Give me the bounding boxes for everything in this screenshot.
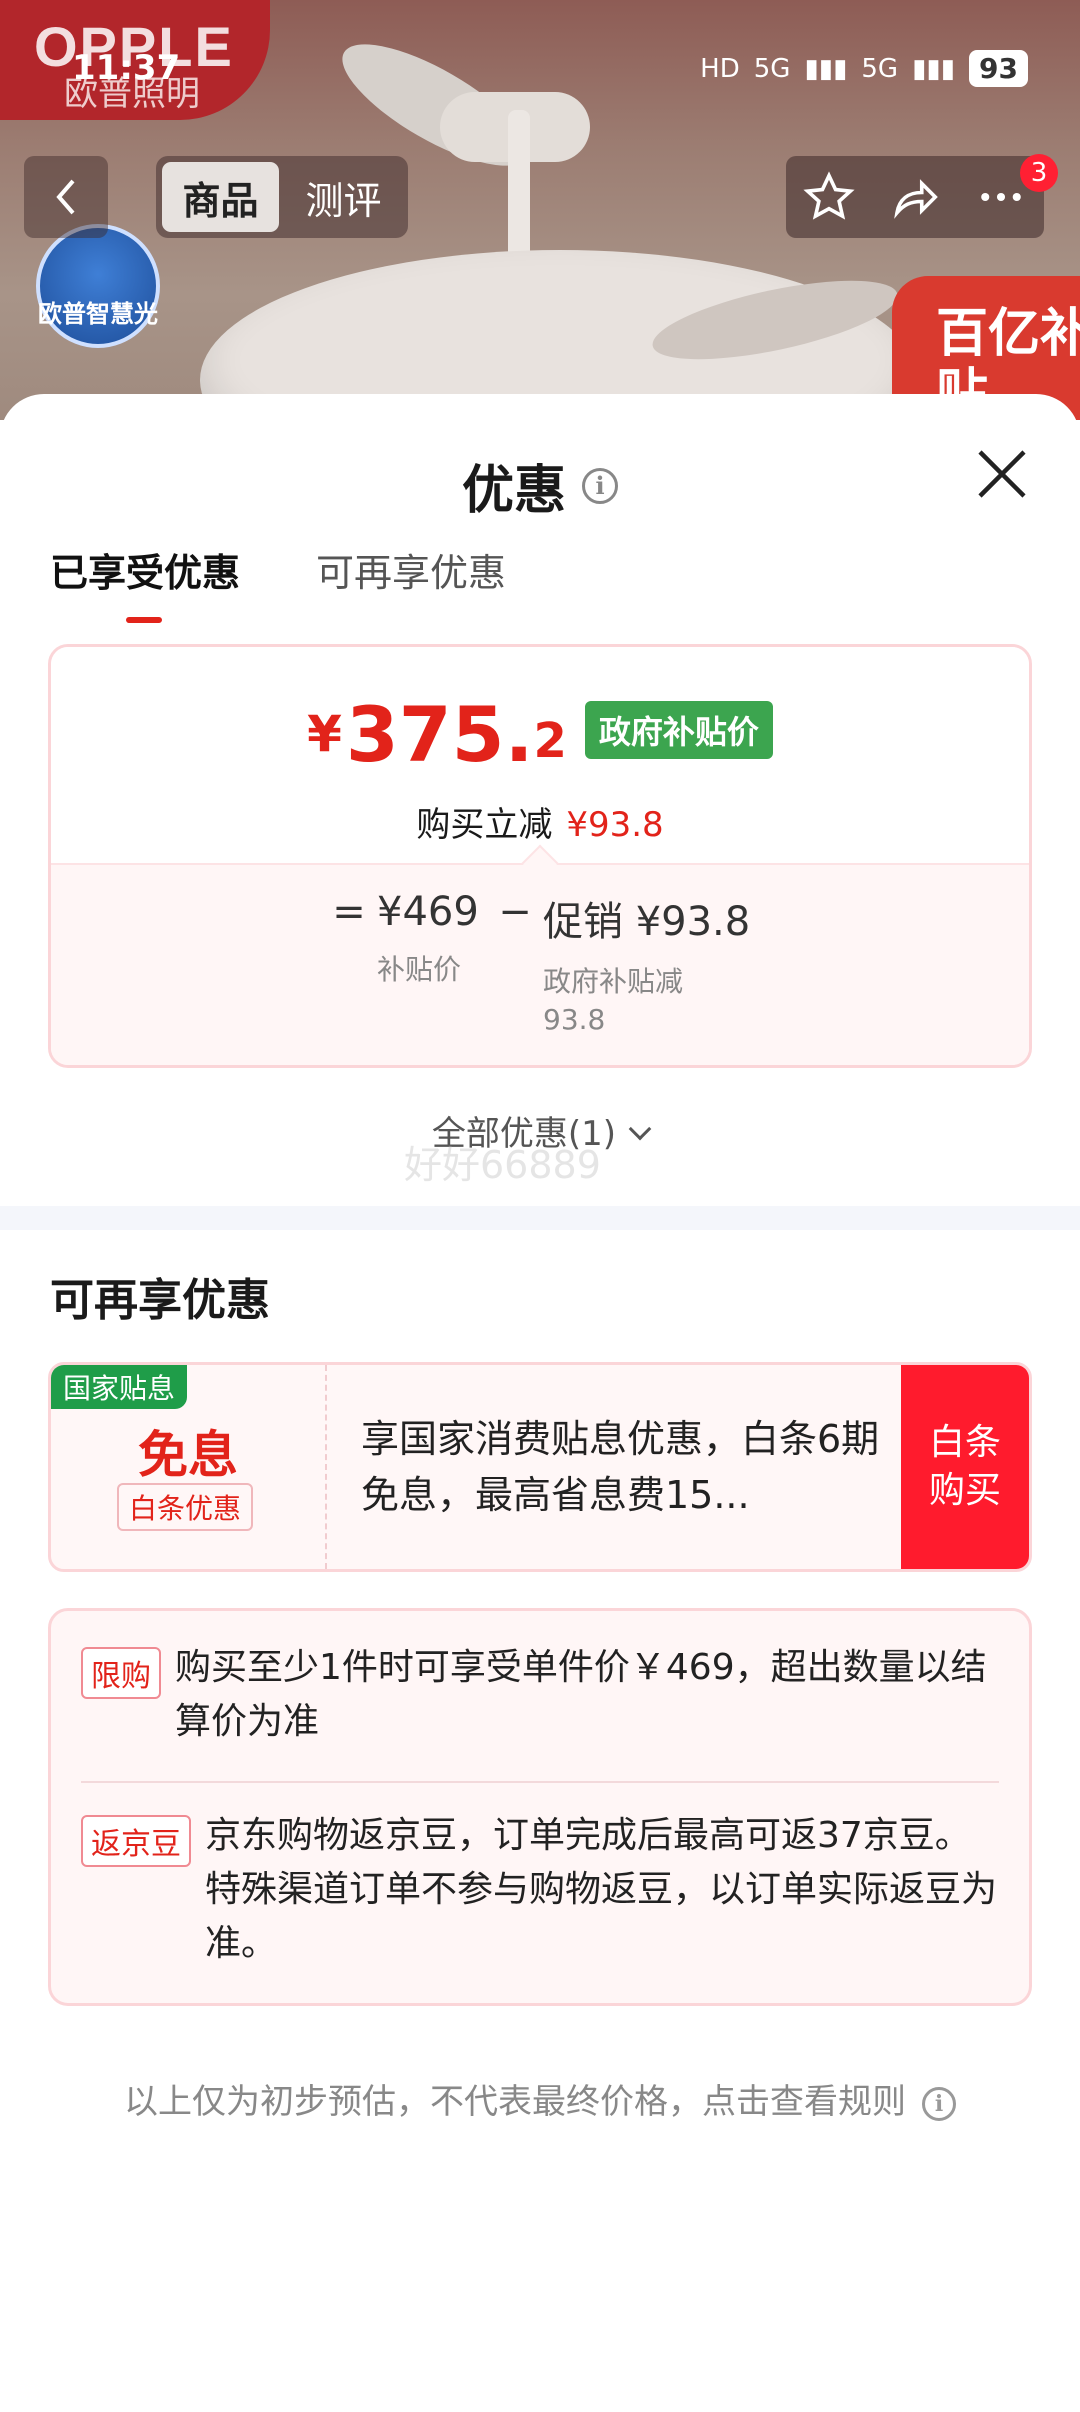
close-icon[interactable]	[972, 444, 1032, 504]
price-decimal: 2	[533, 713, 567, 769]
gov-subsidy-tag: 政府补贴价	[584, 701, 773, 759]
watermark: 好好66889	[404, 1143, 601, 1187]
info-card: 限购 购买至少1件时可享受单件价￥469，超出数量以结算价为准 返京豆 京东购物…	[48, 1608, 1032, 2006]
chevron-down-icon	[628, 1117, 652, 1141]
signal-bars-icon: ▮▮▮	[804, 53, 848, 84]
base-price-col: ¥469 补贴价	[377, 889, 487, 1039]
signal-5g-icon: 5G	[753, 53, 791, 84]
jingdou-tag: 返京豆	[81, 1815, 191, 1867]
instant-discount-amount: ¥93.8	[566, 805, 664, 845]
baitiao-buy-button[interactable]: 白条 购买	[901, 1365, 1029, 1569]
status-time: 11:37	[72, 48, 181, 88]
minus-sign: −	[498, 889, 532, 935]
instant-discount-label: 购买立减	[416, 805, 553, 845]
promo-value: 促销 ¥93.8	[543, 899, 751, 945]
purchase-limit-tag: 限购	[81, 1647, 161, 1699]
header-segment: 商品 测评	[156, 156, 408, 238]
sheet-title: 优惠 i	[0, 448, 1080, 523]
calc-row: = ¥469 补贴价 − 促销 ¥93.8 政府补贴减 93.8	[321, 889, 750, 1039]
sheet-title-text: 优惠	[461, 461, 566, 521]
hd-icon: HD	[700, 53, 740, 84]
coupon-left: 国家贴息 免息 白条优惠	[51, 1365, 327, 1569]
tab-review[interactable]: 测评	[285, 162, 402, 232]
offers-sheet: 优惠 i 已享受优惠 可再享优惠 ¥ 375. 2 政府补贴价 购买立减 ¥93.8…	[0, 394, 1080, 2412]
status-icons: HD 5G ▮▮▮ 5G ▮▮▮ 93	[700, 50, 1028, 87]
purchase-limit-row: 限购 购买至少1件时可享受单件价￥469，超出数量以结算价为准	[81, 1641, 999, 1749]
rules-note[interactable]: 以上仅为初步预估，不代表最终价格，点击查看规则 i	[0, 2074, 1080, 2123]
price-integer: 375.	[345, 690, 534, 779]
info-icon[interactable]: i	[582, 467, 618, 504]
back-button[interactable]	[24, 156, 108, 238]
signal-5g-icon: 5G	[861, 53, 899, 84]
base-price: ¥469	[377, 889, 479, 935]
header-actions	[786, 156, 1044, 238]
interest-free-coupon: 国家贴息 免息 白条优惠 享国家消费贴息优惠，白条6期免息，最高省息费15...…	[48, 1362, 1032, 1572]
coupon-flag: 国家贴息	[51, 1365, 188, 1409]
battery-icon: 93	[969, 50, 1028, 87]
info-separator	[81, 1781, 999, 1783]
final-price: ¥ 375. 2 政府补贴价	[51, 697, 1029, 773]
chevron-left-icon	[56, 179, 75, 215]
tab-product[interactable]: 商品	[162, 162, 279, 232]
tab-enjoyed-offers[interactable]: 已享受优惠	[50, 542, 240, 623]
share-icon[interactable]	[888, 170, 942, 224]
base-price-label: 补贴价	[377, 953, 462, 986]
jingdou-row: 返京豆 京东购物返京豆，订单完成后最高可返37京豆。特殊渠道订单不参与购物返豆，…	[81, 1809, 999, 1971]
brand-badge-icon: 欧普智慧光	[36, 224, 160, 348]
coupon-main: 免息	[138, 1426, 238, 1484]
offer-tabs: 已享受优惠 可再享优惠	[50, 542, 506, 623]
promo-col: 促销 ¥93.8 政府补贴减 93.8	[543, 889, 750, 1039]
section-title: 可再享优惠	[50, 1275, 270, 1326]
rules-note-text: 以上仅为初步预估，不代表最终价格，点击查看规则	[124, 2082, 906, 2122]
jingdou-text: 京东购物返京豆，订单完成后最高可返37京豆。特殊渠道订单不参与购物返豆，以订单实…	[205, 1815, 998, 1964]
tab-more-offers[interactable]: 可再享优惠	[316, 542, 506, 623]
info-icon: i	[922, 2086, 956, 2121]
price-card: ¥ 375. 2 政府补贴价 购买立减 ¥93.8 = ¥469 补贴价 − 促销…	[48, 644, 1032, 1068]
purchase-limit-text: 购买至少1件时可享受单件价￥469，超出数量以结算价为准	[175, 1647, 987, 1742]
coupon-sub: 白条优惠	[117, 1483, 254, 1531]
notification-badge: 3	[1020, 154, 1058, 192]
coupon-desc: 享国家消费贴息优惠，白条6期免息，最高省息费15...	[361, 1417, 880, 1517]
instant-discount: 购买立减 ¥93.8	[51, 797, 1029, 846]
star-icon[interactable]	[802, 170, 856, 224]
brand-badge-text: 欧普智慧光	[38, 300, 158, 328]
currency-symbol: ¥	[307, 705, 342, 763]
section-divider	[0, 1206, 1080, 1230]
price-summary: ¥ 375. 2 政府补贴价 购买立减 ¥93.8	[51, 647, 1029, 863]
price-breakdown: = ¥469 补贴价 − 促销 ¥93.8 政府补贴减 93.8	[51, 844, 1029, 1065]
equals-sign: =	[332, 889, 366, 935]
promo-label: 政府补贴减 93.8	[543, 965, 684, 1036]
signal-bars-icon: ▮▮▮	[912, 53, 956, 84]
